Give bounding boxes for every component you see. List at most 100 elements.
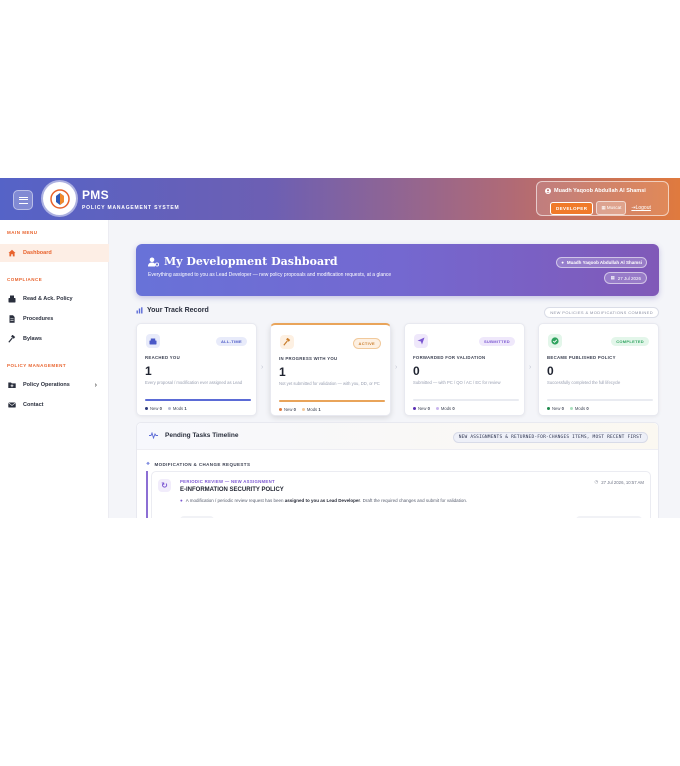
card-label: BECAME PUBLISHED POLICY: [547, 355, 616, 360]
status-badge: ACTIVE: [352, 338, 381, 349]
dot-icon: [279, 408, 282, 412]
stat-card-published[interactable]: COMPLETED BECAME PUBLISHED POLICY 0 Succ…: [538, 323, 659, 416]
chevron-right-icon: ›: [395, 364, 398, 371]
status-badge: COMPLETED: [611, 337, 649, 346]
timeline-rail: [146, 471, 148, 518]
card-description: Submitted — with PC / QO / AC / EC for r…: [413, 380, 501, 385]
mods-count: Mods 0: [569, 406, 589, 411]
chevron-right-icon: ›: [529, 364, 532, 371]
card-description: Every proposal / modification ever assig…: [145, 380, 243, 385]
task-desc-before: A modification / periodic review request…: [185, 498, 284, 503]
new-count: New 0: [547, 406, 564, 411]
send-icon: [414, 334, 428, 348]
sidebar-item-label: Procedures: [23, 316, 54, 322]
app-window: PMS POLICY MANAGEMENT SYSTEM Muadh Yaqoo…: [0, 178, 680, 518]
card-label: IN PROGRESS WITH YOU: [279, 356, 338, 361]
sidebar-section-main: MAIN MENU: [7, 230, 38, 235]
progress-bar: [413, 399, 519, 401]
mods-count: Mods 0: [435, 406, 455, 411]
card-value: 1: [145, 364, 152, 378]
refresh-icon: ↻: [158, 479, 171, 492]
task-title: E-INFORMATION SECURITY POLICY: [180, 487, 284, 493]
bar-chart-icon: [136, 307, 143, 314]
chevron-right-icon: ›: [261, 364, 264, 371]
card-footer: New 0 Mods 1: [145, 406, 187, 411]
app-logo: [43, 182, 76, 215]
inbox-icon: [146, 334, 160, 348]
pulse-icon: [149, 432, 158, 439]
track-record-pill: NEW POLICIES & MODIFICATIONS COMBINED: [544, 307, 659, 318]
clock-icon: ◷: [594, 479, 599, 484]
dot-icon: [435, 407, 439, 411]
user-icon: ●: [561, 260, 564, 265]
task-action-placeholder[interactable]: [180, 516, 214, 518]
new-count-value: 0: [561, 406, 564, 411]
task-description: ● A modification / periodic review reque…: [180, 498, 467, 503]
sidebar-item-bylaws[interactable]: Bylaws: [0, 330, 109, 348]
new-count-label: New: [418, 406, 427, 411]
card-label: FORWARDED FOR VALIDATION: [413, 355, 486, 360]
timeline-title-text: Pending Tasks Timeline: [165, 432, 239, 439]
timeline-header: Pending Tasks Timeline NEW ASSIGNMENTS &…: [137, 423, 658, 450]
layers-icon: ❖: [146, 461, 151, 466]
new-count-value: 0: [159, 406, 162, 411]
sidebar-item-procedures[interactable]: Procedures: [0, 310, 109, 328]
stat-card-reached[interactable]: ALL-TIME REACHED YOU 1 Every proposal / …: [136, 323, 257, 416]
progress-fill: [279, 400, 385, 402]
dot-icon: [547, 407, 550, 411]
hero-date-text: 27 Jul 2026: [617, 275, 641, 281]
task-desc-text: A modification / periodic review request…: [186, 498, 467, 503]
new-count-value: 0: [427, 406, 430, 411]
top-header: PMS POLICY MANAGEMENT SYSTEM Muadh Yaqoo…: [0, 178, 680, 220]
timeline-section-text: MODIFICATION & CHANGE REQUESTS: [154, 461, 251, 467]
mods-count-value: 0: [586, 406, 589, 411]
hamburger-icon: [18, 196, 28, 204]
sidebar-section-policy-management: POLICY MANAGEMENT: [7, 363, 67, 368]
stat-card-in-progress[interactable]: ACTIVE IN PROGRESS WITH YOU 1 Not yet su…: [270, 323, 391, 416]
new-count-label: New: [552, 406, 561, 411]
task-open-placeholder[interactable]: [576, 516, 642, 518]
card-description: Not yet submitted for validation — with …: [279, 381, 380, 386]
card-footer: New 0 Mods 1: [279, 407, 321, 412]
user-actions: DEVELOPER ▦ Muscat ⇥Logout: [550, 201, 653, 215]
sidebar-item-dashboard[interactable]: Dashboard: [0, 244, 109, 262]
dot-icon: [569, 407, 573, 411]
logo-icon: [49, 188, 70, 209]
dashboard-hero: My Development Dashboard Everything assi…: [136, 244, 659, 296]
task-item[interactable]: ↻ PERIODIC REVIEW — NEW ASSIGNMENT E-INF…: [151, 471, 651, 518]
new-count-value: 0: [293, 407, 296, 412]
sidebar-item-contact[interactable]: Contact: [0, 396, 109, 414]
user-name: Muadh Yaqoob Abdullah Al Shamsi: [545, 188, 646, 194]
status-badge: SUBMITTED: [478, 337, 515, 346]
mods-count-label: Mods: [172, 406, 184, 411]
info-icon: ●: [180, 498, 183, 503]
hero-user-chip: ● Muadh Yaqoob Abdullah Al Shamsi: [556, 257, 647, 268]
new-count: New 0: [279, 407, 296, 412]
gavel-icon: [8, 335, 16, 343]
timeline-section-label: ❖ MODIFICATION & CHANGE REQUESTS: [146, 461, 250, 467]
logout-link[interactable]: ⇥Logout: [629, 205, 653, 211]
status-badge: ALL-TIME: [215, 337, 247, 346]
sidebar-item-policy-operations[interactable]: Policy Operations ›: [0, 376, 109, 394]
document-icon: [8, 315, 16, 323]
sidebar-item-label: Read & Ack. Policy: [23, 296, 73, 302]
stat-card-forwarded[interactable]: SUBMITTED FORWARDED FOR VALIDATION 0 Sub…: [404, 323, 525, 416]
check-circle-icon: [548, 334, 562, 348]
timeline-pill: NEW ASSIGNMENTS & RETURNED-FOR-CHANGES I…: [452, 432, 648, 443]
mods-count-value: 1: [318, 407, 321, 412]
user-name-text: Muadh Yaqoob Abdullah Al Shamsi: [554, 188, 646, 194]
sidebar-item-read-ack[interactable]: Read & Ack. Policy: [0, 290, 109, 308]
new-count: New 0: [145, 406, 162, 411]
card-description: Successfully completed the full lifecycl…: [547, 380, 621, 385]
menu-toggle-button[interactable]: [13, 190, 33, 210]
user-panel: Muadh Yaqoob Abdullah Al Shamsi DEVELOPE…: [536, 181, 669, 216]
track-record-heading: Your Track Record: [136, 307, 209, 314]
card-label: REACHED YOU: [145, 355, 180, 360]
new-count: New 0: [413, 406, 430, 411]
user-circle-icon: [545, 188, 551, 194]
location-badge: ▦ Muscat: [596, 201, 627, 215]
sidebar-item-label: Policy Operations: [23, 382, 70, 388]
dot-icon: [413, 407, 416, 411]
task-timestamp: ◷ 27 Jul 2026, 10:57 AM: [594, 479, 644, 485]
pending-tasks-timeline: Pending Tasks Timeline NEW ASSIGNMENTS &…: [136, 422, 659, 518]
